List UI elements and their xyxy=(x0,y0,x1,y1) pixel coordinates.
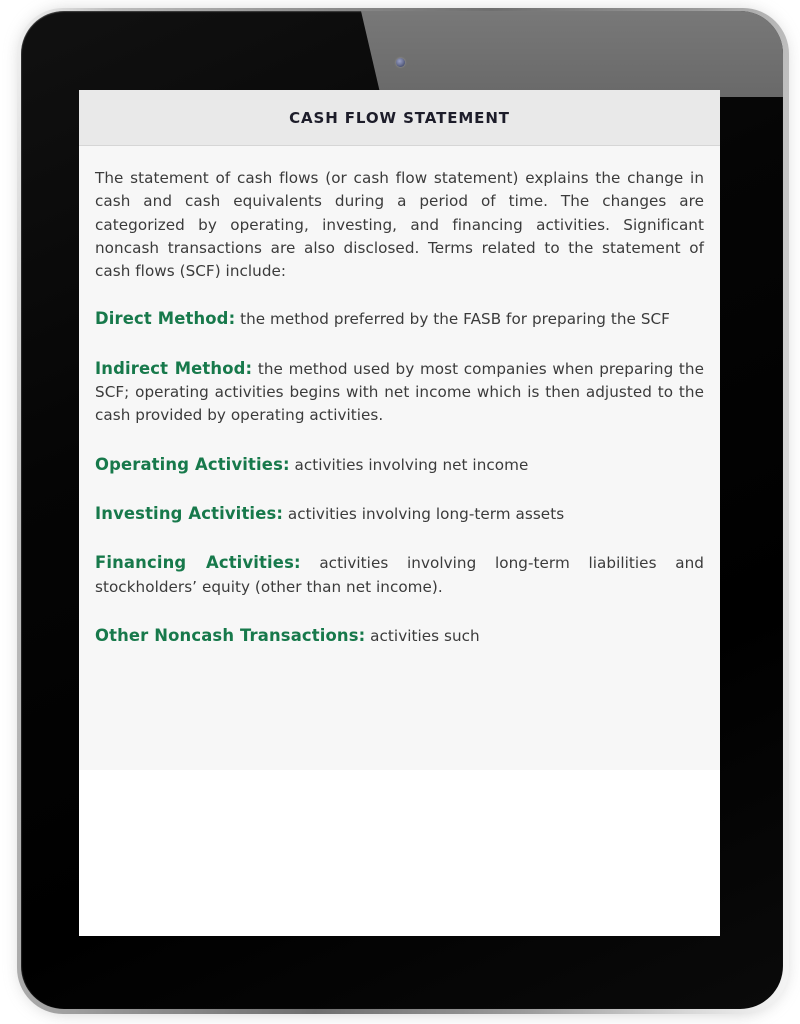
term-entry-financing-activities: Financing Activities: activities involvi… xyxy=(95,551,704,599)
term-separator: : xyxy=(293,553,301,573)
bezel-glare-highlight xyxy=(361,11,783,97)
term-label: Investing Activities xyxy=(95,503,277,523)
term-label: Operating Activities xyxy=(95,454,283,474)
term-entry-other-noncash-transactions: Other Noncash Transactions: activities s… xyxy=(95,624,704,648)
page-title: CASH FLOW STATEMENT xyxy=(289,108,510,127)
term-label: Indirect Method xyxy=(95,358,246,378)
term-definition: activities involving net income xyxy=(294,455,529,474)
term-entry-indirect-method: Indirect Method: the method used by most… xyxy=(95,357,704,428)
term-separator: : xyxy=(282,454,290,474)
term-separator: : xyxy=(276,503,283,523)
term-entry-operating-activities: Operating Activities: activities involvi… xyxy=(95,453,704,477)
term-definition: activities involving long-term assets xyxy=(287,504,565,523)
tablet-device-body: CASH FLOW STATEMENT The statement of cas… xyxy=(21,11,783,1009)
term-definition: the method preferred by the FASB for pre… xyxy=(240,310,670,329)
intro-paragraph: The statement of cash flows (or cash flo… xyxy=(95,169,704,281)
term-label: Direct Method xyxy=(95,309,229,329)
term-label: Financing Activities xyxy=(95,553,294,573)
tablet-screen: CASH FLOW STATEMENT The statement of cas… xyxy=(79,90,720,936)
front-camera-icon xyxy=(396,58,405,67)
document-content: The statement of cash flows (or cash flo… xyxy=(79,146,720,770)
term-label: Other Noncash Transactions xyxy=(95,625,359,645)
term-entry-investing-activities: Investing Activities: activities involvi… xyxy=(95,502,704,526)
document-blank-area xyxy=(79,770,720,936)
term-separator: : xyxy=(228,309,236,329)
term-separator: : xyxy=(358,625,366,645)
term-entry-direct-method: Direct Method: the method preferred by t… xyxy=(95,307,704,331)
term-definition: activities such xyxy=(370,626,480,645)
document-header: CASH FLOW STATEMENT xyxy=(79,90,720,146)
term-separator: : xyxy=(245,358,253,378)
